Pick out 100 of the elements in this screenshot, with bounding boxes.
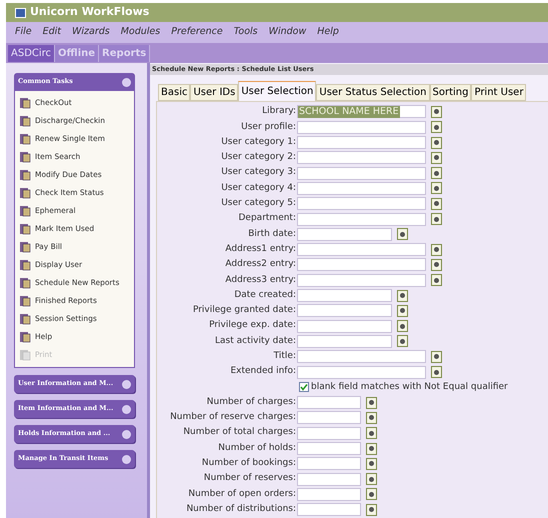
document-icon [19, 133, 31, 145]
lookup-button[interactable] [431, 274, 442, 286]
field-label: Privilege exp. date: [208, 319, 297, 332]
lookup-button[interactable] [431, 244, 442, 256]
lookup-button[interactable] [431, 258, 442, 271]
field-label: Address1 entry: [224, 242, 297, 256]
lookup-button[interactable] [366, 488, 377, 500]
lookup-button[interactable] [397, 304, 408, 317]
lookup-button[interactable] [366, 396, 377, 409]
input-field[interactable] [297, 304, 392, 318]
field-label: User category 1: [220, 136, 297, 149]
field-label: User category 2: [220, 151, 297, 164]
lookup-button[interactable] [431, 182, 442, 194]
input-field[interactable] [297, 166, 426, 180]
lookup-button[interactable] [431, 167, 442, 180]
menu-item[interactable]: Help [317, 25, 339, 40]
checkbox[interactable] [299, 382, 309, 392]
field-label: Number of distributions: [185, 502, 297, 516]
lookup-button[interactable] [397, 320, 408, 332]
input-field[interactable] [297, 182, 426, 195]
collapse-icon[interactable] [122, 78, 131, 86]
field-label: Library: [261, 105, 297, 118]
menu-item[interactable]: Modules [120, 25, 160, 40]
menu-item[interactable]: Wizards [72, 25, 110, 40]
lookup-button[interactable] [366, 442, 377, 455]
lookup-button[interactable] [431, 106, 442, 118]
input-field[interactable] [297, 472, 361, 486]
tab[interactable]: Print User [471, 84, 526, 101]
input-field[interactable] [297, 243, 426, 256]
document-icon [19, 223, 31, 235]
input-field[interactable] [297, 426, 361, 440]
lookup-button[interactable] [366, 458, 377, 470]
app-icon [15, 8, 26, 18]
input-field[interactable] [297, 442, 361, 456]
input-field[interactable] [297, 228, 392, 241]
lookup-button[interactable] [431, 152, 442, 164]
menu-item[interactable]: Preference [171, 25, 223, 40]
lookup-button[interactable] [431, 198, 442, 210]
tab[interactable]: User IDs [190, 84, 238, 101]
tab[interactable]: Sorting [430, 84, 472, 101]
input-field[interactable] [297, 274, 426, 287]
tab[interactable]: User Selection [238, 80, 316, 101]
input-field[interactable] [297, 320, 392, 333]
input-field[interactable] [297, 212, 426, 226]
input-field[interactable] [297, 120, 426, 134]
input-field[interactable] [297, 350, 426, 364]
lookup-button[interactable] [431, 121, 442, 134]
input-field[interactable] [297, 396, 361, 410]
expand-icon[interactable] [122, 430, 131, 438]
field-label: Number of bookings: [200, 457, 297, 470]
field-label: Number of charges: [206, 396, 297, 409]
document-icon [19, 349, 31, 361]
lookup-button[interactable] [431, 213, 442, 226]
lookup-button[interactable] [397, 228, 408, 240]
lookup-button[interactable] [397, 290, 408, 302]
menu-item[interactable]: Tools [234, 25, 258, 40]
input-field[interactable] [297, 503, 361, 516]
lookup-button[interactable] [431, 366, 442, 378]
expand-icon[interactable] [122, 380, 131, 388]
input-field[interactable] [297, 258, 426, 272]
field-label: Title: [272, 350, 297, 363]
input-field[interactable] [297, 334, 392, 348]
field-label: User category 5: [220, 197, 297, 210]
checkbox-label: blank field matches with Not Equal qualifier [311, 380, 508, 394]
lookup-button[interactable] [397, 335, 408, 348]
field-label: Last activity date: [214, 334, 297, 348]
input-field[interactable] [297, 366, 426, 379]
document-icon [19, 295, 31, 307]
field-label: Number of open orders: [187, 488, 297, 501]
field-label: Privilege granted date: [192, 304, 297, 318]
expand-icon[interactable] [122, 454, 131, 464]
input-field[interactable] [297, 289, 392, 302]
module-tab[interactable]: ASDCirc [8, 45, 56, 62]
window-title: Unicorn WorkFlows [30, 4, 150, 20]
input-field[interactable] [297, 411, 361, 424]
input-field[interactable] [297, 457, 361, 470]
document-icon [19, 277, 31, 289]
field-label: Address3 entry: [224, 274, 297, 286]
input-field[interactable] [297, 197, 426, 210]
document-icon [19, 241, 31, 253]
field-label: Address2 entry: [224, 258, 297, 272]
field-label: User category 4: [220, 182, 297, 195]
lookup-button[interactable] [366, 473, 377, 486]
lookup-button[interactable] [366, 427, 377, 440]
menu-item[interactable]: File [15, 25, 32, 40]
input-field[interactable] [297, 136, 426, 150]
lookup-button[interactable] [431, 350, 442, 363]
lookup-button[interactable] [366, 504, 377, 516]
input-field[interactable] [297, 151, 426, 164]
document-icon [19, 205, 31, 217]
menu-item[interactable]: Edit [42, 25, 61, 40]
tab[interactable]: User Status Selection [316, 84, 430, 101]
lookup-button[interactable] [366, 412, 377, 424]
tab[interactable]: Basic [158, 84, 190, 101]
expand-icon[interactable] [122, 404, 131, 414]
lookup-button[interactable] [431, 136, 442, 149]
menu-item[interactable]: Window [268, 25, 306, 40]
field-label: User profile: [240, 120, 297, 134]
field-label: Number of reserves: [202, 472, 297, 486]
input-field[interactable] [297, 488, 361, 501]
